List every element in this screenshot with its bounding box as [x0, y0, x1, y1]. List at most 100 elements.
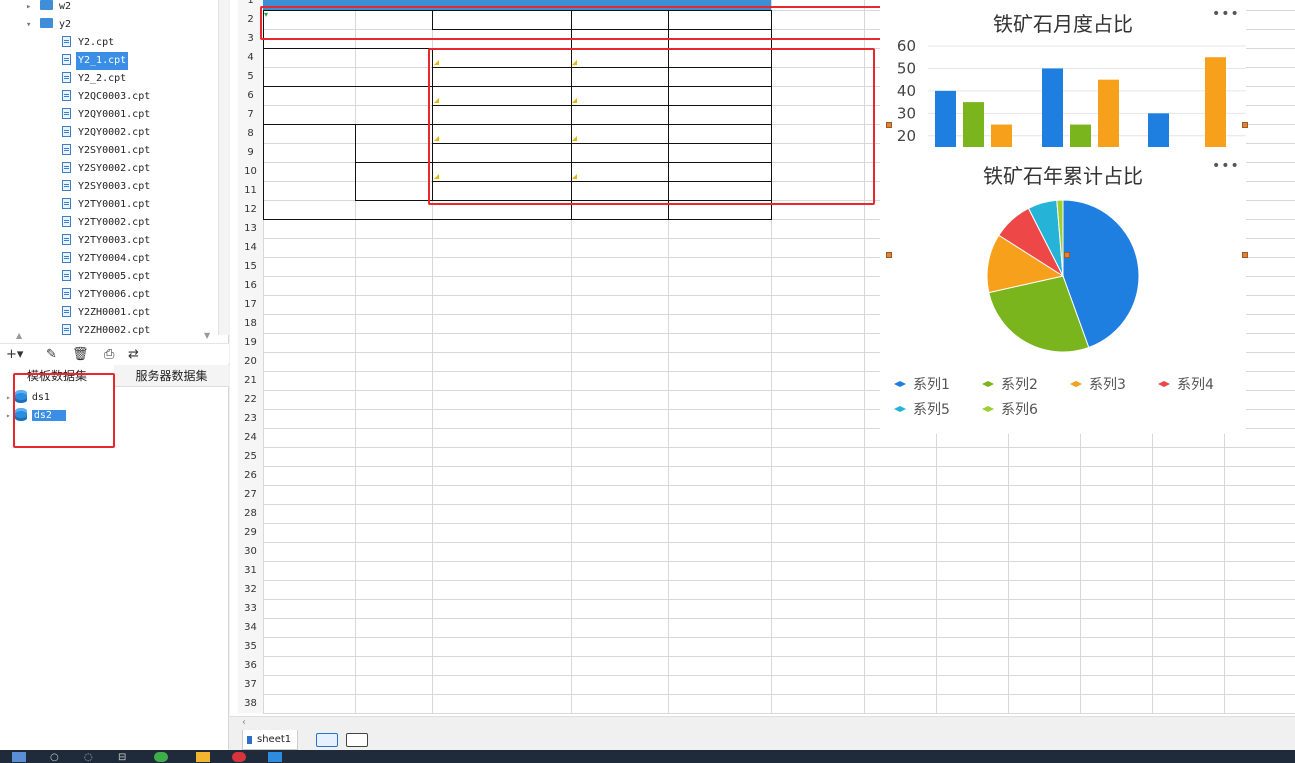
row-number[interactable]: 3 [238, 29, 263, 48]
cell[interactable] [572, 29, 668, 48]
header-cell-item[interactable] [433, 0, 571, 10]
tree-file[interactable]: Y2ZH0001.cpt [62, 304, 152, 322]
cell[interactable] [772, 48, 864, 67]
row-number[interactable]: 15 [238, 257, 263, 276]
tab-sheet1[interactable]: sheet1 [242, 730, 299, 750]
app-icon[interactable] [154, 752, 168, 762]
dataset-item[interactable]: ▸ ds1 [6, 389, 50, 407]
tree-file[interactable]: Y2_1.cpt [62, 52, 129, 70]
resize-handle[interactable] [1064, 252, 1070, 258]
row-number[interactable]: 19 [238, 333, 263, 352]
row-number[interactable]: 21 [238, 371, 263, 390]
header-cell-category[interactable] [264, 0, 432, 10]
header-cell-total[interactable] [669, 0, 771, 10]
preview-icon[interactable]: ⎙ [104, 346, 114, 363]
row-number[interactable]: 7 [238, 105, 263, 124]
split-up-icon[interactable]: ▲ [16, 331, 22, 340]
cell[interactable] [669, 10, 771, 29]
subtotal-label[interactable] [433, 143, 571, 162]
cell[interactable] [572, 48, 668, 67]
horizontal-scrollbar[interactable]: ‹ ◂ [230, 716, 1295, 736]
tree-file[interactable]: Y2TY0006.cpt [62, 286, 152, 304]
cell[interactable] [669, 29, 771, 48]
subtotal-label[interactable] [433, 29, 571, 48]
subtotal-label[interactable] [433, 181, 571, 200]
split-down-icon[interactable]: ▼ [204, 331, 210, 340]
row-number[interactable]: 14 [238, 238, 263, 257]
row-number[interactable]: 4 [238, 48, 263, 67]
tree-file[interactable]: Y2SY0001.cpt [62, 142, 152, 160]
row-number[interactable]: 28 [238, 504, 263, 523]
add-icon[interactable]: +▾ [6, 346, 23, 363]
row-number[interactable]: 16 [238, 276, 263, 295]
cell[interactable] [669, 200, 771, 219]
tree-file[interactable]: Y2_2.cpt [62, 70, 128, 88]
row-number[interactable]: 36 [238, 656, 263, 675]
tree-file[interactable]: Y2SY0002.cpt [62, 160, 152, 178]
row-number[interactable]: 25 [238, 447, 263, 466]
legend-label[interactable]: 系列3 [1089, 377, 1126, 393]
cell[interactable] [669, 48, 771, 67]
row-number[interactable]: 13 [238, 219, 263, 238]
bar[interactable] [1148, 113, 1169, 147]
row-number[interactable]: 2 [238, 10, 263, 29]
row-number[interactable]: 30 [238, 542, 263, 561]
bar[interactable] [991, 124, 1012, 147]
grand-total-label[interactable] [356, 200, 571, 219]
task-view-icon[interactable]: ◌ [84, 752, 93, 763]
tree-file[interactable]: Y2TY0004.cpt [62, 250, 152, 268]
row-number[interactable]: 35 [238, 637, 263, 656]
bar-chart[interactable]: 铁矿石月度占比 ••• 20 30 40 50 60 [880, 0, 1246, 152]
cell[interactable] [572, 124, 668, 143]
expand-caret-icon[interactable]: ▾ [26, 16, 31, 34]
header-cell-ratio[interactable] [772, 0, 864, 10]
row-number[interactable]: 37 [238, 675, 263, 694]
resize-handle[interactable] [886, 252, 892, 258]
row-number[interactable]: 1 [238, 0, 263, 10]
row-number[interactable]: 24 [238, 428, 263, 447]
expand-caret-icon[interactable]: ▸ [6, 393, 11, 402]
folder-icon[interactable] [196, 752, 210, 762]
cell[interactable] [572, 200, 668, 219]
cell[interactable] [669, 181, 771, 200]
cell-make-goods-name[interactable] [433, 86, 571, 105]
row-number[interactable]: 20 [238, 352, 263, 371]
delete-icon[interactable]: 🗑 [72, 346, 89, 363]
row-number[interactable]: 31 [238, 561, 263, 580]
cell[interactable] [772, 162, 864, 181]
cell[interactable] [669, 162, 771, 181]
row-number[interactable]: 6 [238, 86, 263, 105]
cell[interactable] [772, 124, 864, 143]
row-number[interactable]: 12 [238, 200, 263, 219]
row-number[interactable]: 9 [238, 143, 263, 162]
bar[interactable] [1098, 79, 1119, 147]
scroll-left-icon[interactable]: ‹ [242, 717, 246, 728]
tree-folder[interactable]: ▾ y2 [26, 16, 73, 34]
tree-file[interactable]: Y2TY0002.cpt [62, 214, 152, 232]
cell[interactable] [772, 86, 864, 105]
expand-caret-icon[interactable]: ▸ [6, 411, 11, 420]
cell[interactable] [669, 124, 771, 143]
cell[interactable] [572, 143, 668, 162]
widgets-icon[interactable]: ⊟ [118, 752, 126, 763]
legend-label[interactable]: 系列2 [1001, 377, 1038, 393]
legend-label[interactable]: 系列1 [913, 377, 950, 393]
bar[interactable] [935, 90, 956, 147]
replace-icon[interactable]: ⇄ [128, 346, 139, 363]
subtotal-label[interactable] [433, 105, 571, 124]
add-sheet-icon[interactable] [316, 733, 338, 747]
cell-goods-name-big[interactable] [264, 10, 432, 29]
tree-folder[interactable]: ▸ w2 [26, 0, 73, 16]
row-number[interactable]: 5 [238, 67, 263, 86]
bar[interactable] [963, 102, 984, 147]
bar[interactable] [1205, 57, 1226, 147]
cell[interactable] [669, 143, 771, 162]
row-number[interactable]: 26 [238, 466, 263, 485]
resize-handle[interactable] [886, 122, 892, 128]
row-number[interactable]: 18 [238, 314, 263, 333]
cell-make-goods-name[interactable] [433, 124, 571, 143]
cell[interactable] [572, 181, 668, 200]
tree-file[interactable]: Y2QC0003.cpt [62, 88, 152, 106]
category-label[interactable] [264, 124, 355, 200]
row-number[interactable]: 11 [238, 181, 263, 200]
